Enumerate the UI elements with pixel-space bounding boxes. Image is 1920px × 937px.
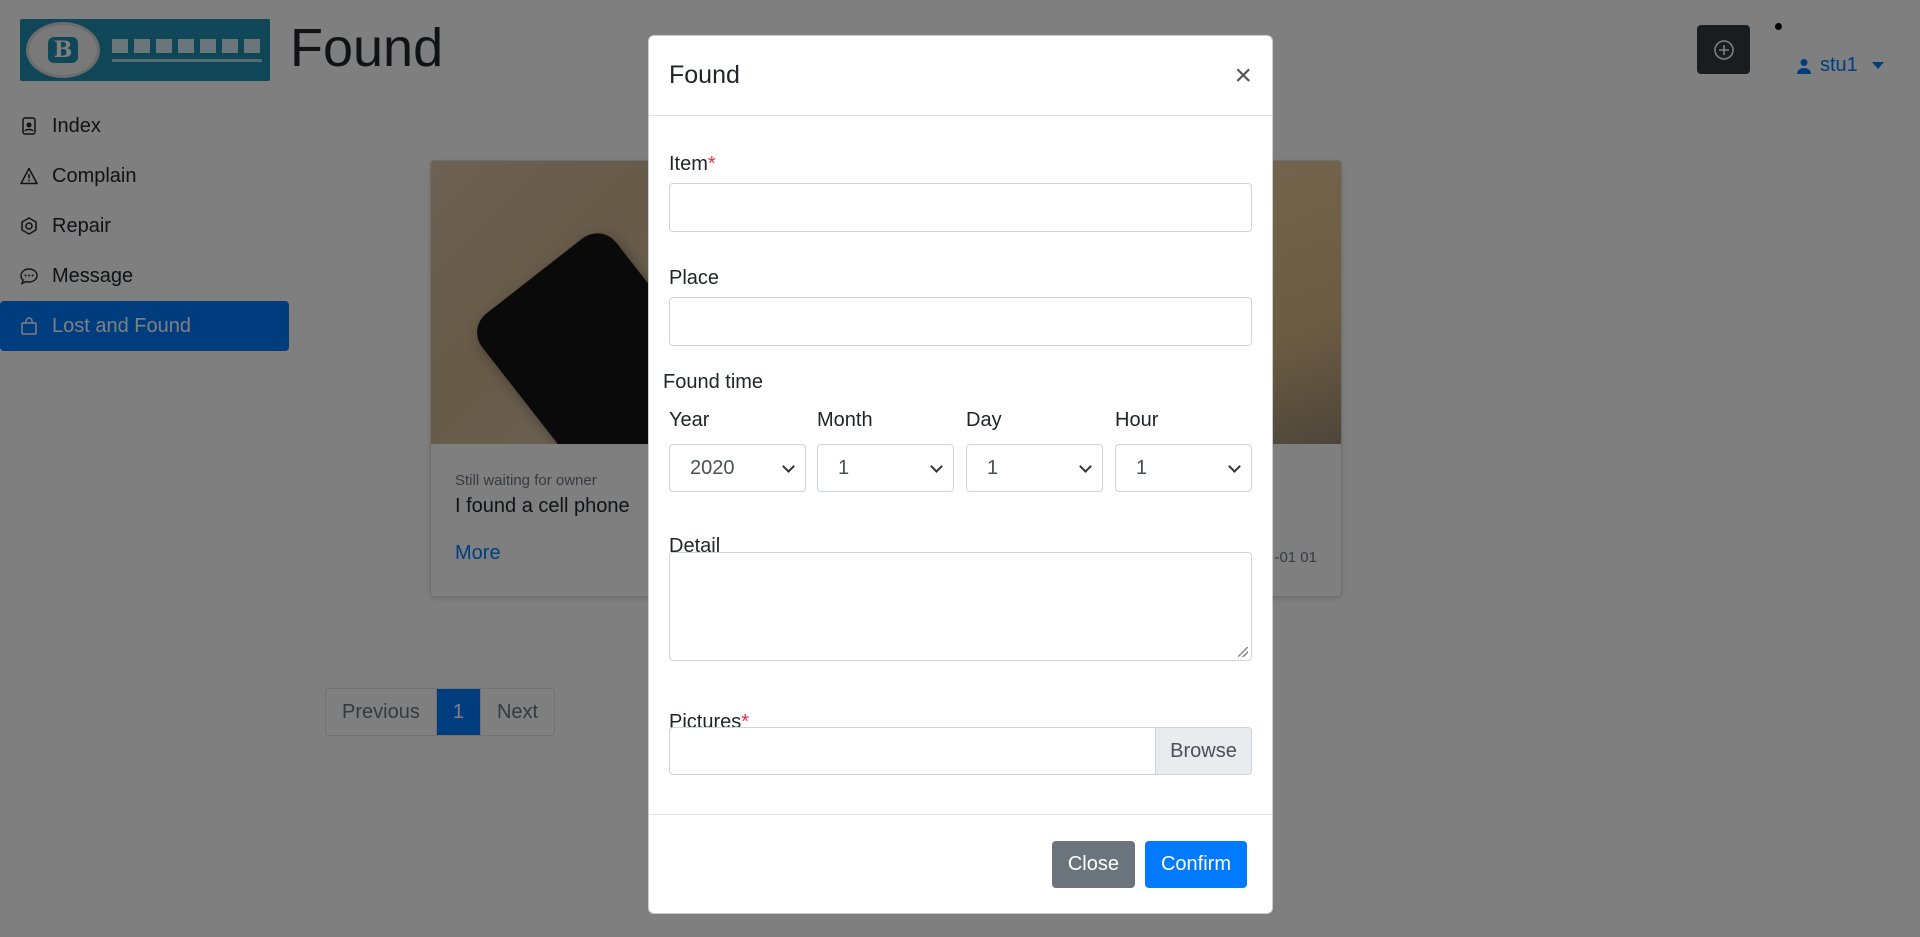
chevron-down-icon xyxy=(930,459,943,473)
modal-footer: Close Confirm xyxy=(649,814,1272,913)
resize-handle-icon[interactable] xyxy=(1238,647,1248,657)
modal-header: Found × xyxy=(649,36,1272,116)
close-button[interactable]: Close xyxy=(1051,840,1135,888)
close-icon[interactable]: × xyxy=(1234,60,1252,91)
month-field: Month 1 xyxy=(817,409,954,492)
item-label: Item* xyxy=(669,153,716,175)
place-input[interactable] xyxy=(669,297,1252,346)
hour-select[interactable]: 1 xyxy=(1115,444,1252,492)
chevron-down-icon xyxy=(1079,459,1092,473)
modal-body: Item* Place Found time Year 2020 Month 1… xyxy=(649,116,1272,816)
year-select[interactable]: 2020 xyxy=(669,444,806,492)
month-label: Month xyxy=(817,409,873,431)
hour-field: Hour 1 xyxy=(1115,409,1252,492)
browse-button[interactable]: Browse xyxy=(1155,728,1251,774)
chevron-down-icon xyxy=(782,459,795,473)
detail-textarea[interactable] xyxy=(669,552,1252,661)
month-select[interactable]: 1 xyxy=(817,444,954,492)
place-label: Place xyxy=(669,267,720,289)
day-label: Day xyxy=(966,409,1002,431)
year-label: Year xyxy=(669,409,710,431)
hour-label: Hour xyxy=(1115,409,1159,431)
pictures-file-input[interactable]: Browse xyxy=(669,727,1252,775)
item-input[interactable] xyxy=(669,183,1252,232)
day-field: Day 1 xyxy=(966,409,1103,492)
found-time-label: Found time xyxy=(663,371,764,393)
chevron-down-icon xyxy=(1228,459,1241,473)
confirm-button[interactable]: Confirm xyxy=(1144,840,1247,888)
year-field: Year 2020 xyxy=(669,409,806,492)
modal-title: Found xyxy=(669,61,740,89)
day-select[interactable]: 1 xyxy=(966,444,1103,492)
found-modal: Found × Item* Place Found time Year 2020… xyxy=(648,35,1273,914)
